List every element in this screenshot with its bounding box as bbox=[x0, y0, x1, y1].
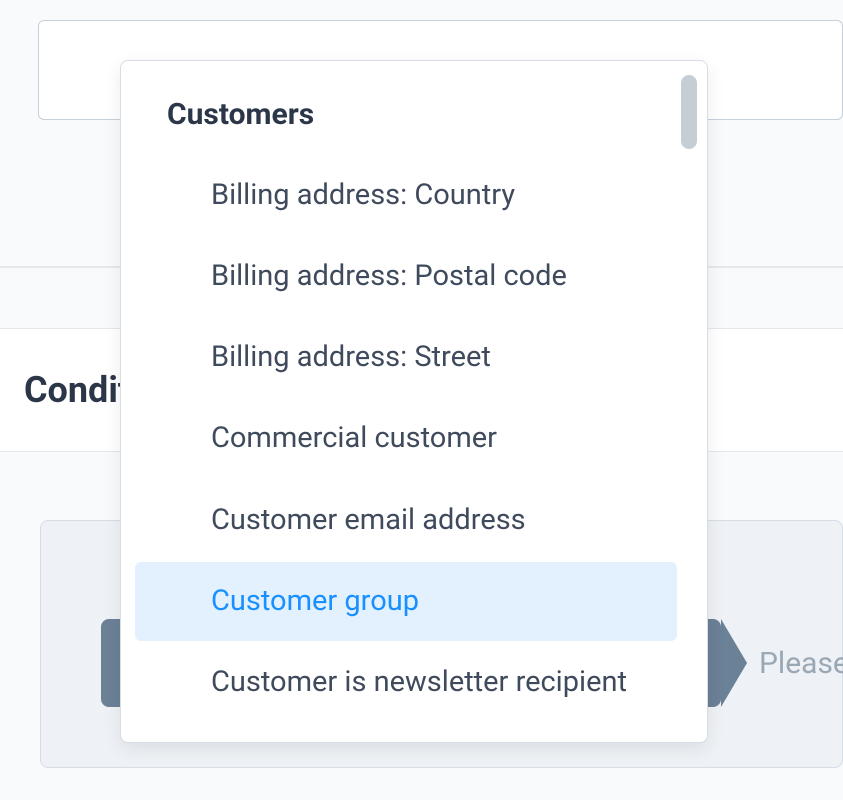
conditions-dropdown: Customers Billing address: CountryBillin… bbox=[120, 60, 708, 743]
dropdown-group-header: Customers bbox=[121, 79, 691, 154]
scrollbar[interactable] bbox=[681, 75, 697, 631]
scrollbar-thumb[interactable] bbox=[681, 75, 697, 149]
dropdown-item[interactable]: Customer is newsletter recipient bbox=[135, 643, 677, 722]
dropdown-item[interactable]: Billing address: Postal code bbox=[135, 237, 677, 316]
dropdown-item[interactable]: Commercial customer bbox=[135, 399, 677, 478]
tag-arrow-icon bbox=[721, 619, 747, 707]
dropdown-item[interactable]: Billing address: Country bbox=[135, 156, 677, 235]
dropdown-item[interactable]: Customer group bbox=[135, 562, 677, 641]
dropdown-item[interactable]: Billing address: Street bbox=[135, 318, 677, 397]
dropdown-item[interactable]: Customer email address bbox=[135, 481, 677, 560]
value-placeholder: Please bbox=[739, 646, 843, 681]
